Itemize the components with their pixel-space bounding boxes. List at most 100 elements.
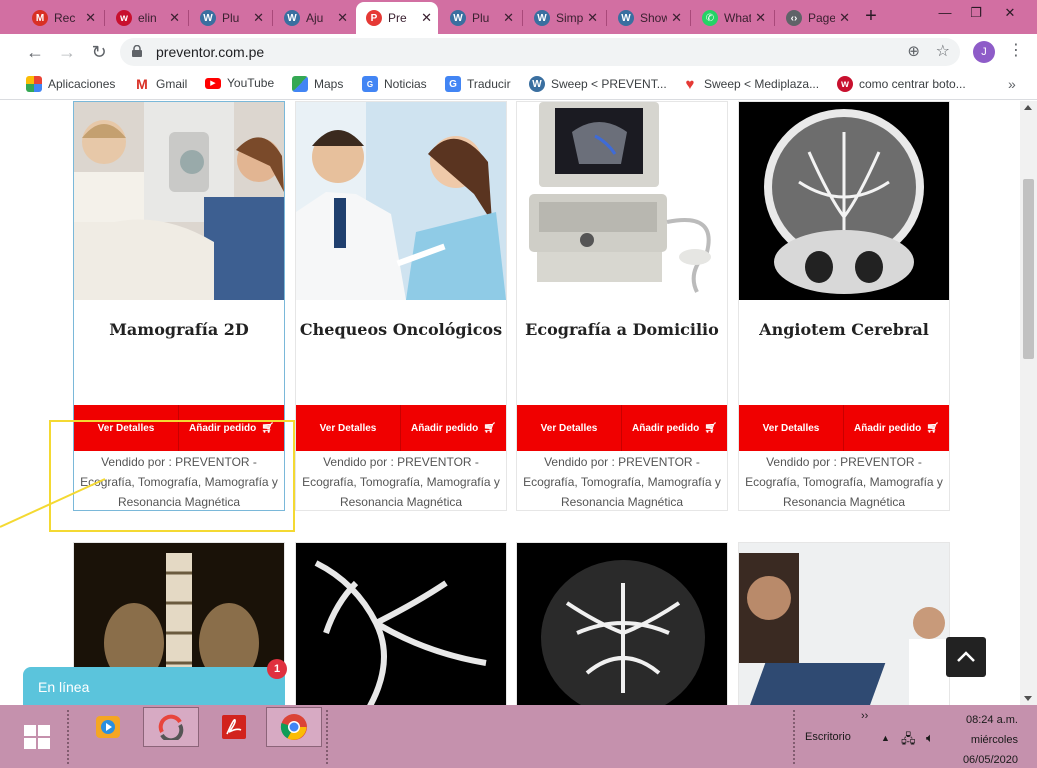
bookmark-noticias[interactable]: G Noticias: [362, 76, 427, 92]
close-icon[interactable]: ✕: [587, 10, 598, 26]
close-icon[interactable]: ✕: [421, 10, 432, 26]
tab-5-active[interactable]: P Pre ✕: [356, 2, 438, 34]
close-icon[interactable]: ✕: [337, 10, 348, 26]
chevron-right-icon[interactable]: ››: [861, 710, 868, 722]
product-image[interactable]: [517, 102, 727, 300]
bookmark-aplicaciones[interactable]: Aplicaciones: [26, 76, 115, 92]
product-card-chequeos: Chequeos Oncológicos Ver Detalles Añadir…: [295, 101, 507, 511]
ver-detalles-button[interactable]: Ver Detalles: [739, 405, 844, 451]
taskbar-sync-app[interactable]: [143, 707, 199, 747]
product-title[interactable]: Chequeos Oncológicos: [296, 320, 506, 339]
tab-9[interactable]: ✆ WhatsA ✕: [692, 4, 772, 32]
bookmark-label: Maps: [314, 77, 344, 91]
tab-8[interactable]: W Showca ✕: [608, 4, 688, 32]
tab-4[interactable]: W Aju ✕: [274, 4, 354, 32]
close-icon[interactable]: ✕: [671, 10, 682, 26]
bookmark-gmail[interactable]: M Gmail: [134, 76, 187, 92]
tab-separator: [522, 10, 523, 26]
network-icon[interactable]: 🖧︎: [901, 730, 916, 752]
product-card-row2-3[interactable]: [516, 542, 728, 705]
desktop-toolbar-label[interactable]: Escritorio: [805, 731, 851, 743]
chat-widget[interactable]: En línea: [23, 667, 285, 705]
back-button[interactable]: ←: [24, 41, 46, 63]
wordpress-icon: W: [618, 10, 634, 26]
forward-button[interactable]: →: [56, 41, 78, 63]
close-icon[interactable]: ✕: [503, 10, 514, 26]
taskbar-clock[interactable]: 08:24 a.m. miércoles 06/05/2020: [960, 710, 1018, 768]
ver-detalles-button[interactable]: Ver Detalles: [517, 405, 622, 451]
product-title[interactable]: Mamografía 2D: [74, 320, 284, 339]
add-page-icon[interactable]: ⊕: [907, 42, 920, 60]
vendor-text: Vendido por : PREVENTOR - Ecografía, Tom…: [523, 455, 721, 509]
anadir-pedido-label: Añadir pedido: [854, 422, 922, 434]
tab-2[interactable]: w elin ✕: [106, 4, 186, 32]
tab-label: PageSp: [808, 11, 836, 25]
tab-separator: [188, 10, 189, 26]
bookmark-traducir[interactable]: G Traducir: [445, 76, 511, 92]
bookmark-sweep-preventor[interactable]: W Sweep < PREVENT...: [529, 76, 667, 92]
close-icon[interactable]: ✕: [85, 10, 96, 26]
heart-icon: ♥: [682, 76, 698, 93]
taskbar-chrome[interactable]: [266, 707, 322, 747]
tab-6[interactable]: W Plu ✕: [440, 4, 520, 32]
close-icon[interactable]: ✕: [755, 10, 766, 26]
scroll-to-top-button[interactable]: [946, 637, 986, 677]
translate-icon: G: [445, 76, 461, 92]
product-title[interactable]: Ecografía a Domicilio: [517, 320, 727, 339]
bookmark-label: Traducir: [467, 77, 511, 91]
windows-start-icon[interactable]: [24, 725, 50, 749]
anadir-pedido-label: Añadir pedido: [632, 422, 700, 434]
product-image[interactable]: [739, 102, 949, 300]
bookmark-youtube[interactable]: ▶ YouTube: [205, 76, 274, 90]
bookmark-maps[interactable]: Maps: [292, 76, 343, 92]
browser-menu-icon[interactable]: ⋮: [1008, 40, 1024, 60]
product-card-row2-2[interactable]: [295, 542, 507, 705]
close-icon[interactable]: ✕: [839, 10, 850, 26]
tab-label: Pre: [388, 11, 407, 25]
address-bar[interactable]: preventor.com.pe ⊕ ☆: [120, 38, 960, 66]
tray-expand-icon[interactable]: ▲: [881, 733, 890, 743]
tab-label: Aju: [306, 11, 324, 25]
product-card-row2-4[interactable]: [738, 542, 950, 705]
reload-button[interactable]: ↻: [88, 41, 110, 63]
ver-detalles-button[interactable]: Ver Detalles: [296, 405, 401, 451]
anadir-pedido-button[interactable]: Añadir pedido 🛒︎: [844, 405, 949, 451]
tab-label: Showca: [640, 11, 668, 25]
tab-1[interactable]: M Rec ✕: [22, 4, 102, 32]
page-scrollbar[interactable]: [1020, 101, 1037, 705]
taskbar-acrobat[interactable]: [206, 707, 262, 747]
tab-10[interactable]: ‹› PageSp ✕: [776, 4, 856, 32]
close-icon[interactable]: ✕: [169, 10, 180, 26]
product-card-angiotem: Angiotem Cerebral Ver Detalles Añadir pe…: [738, 101, 950, 511]
anadir-pedido-button[interactable]: Añadir pedido 🛒︎: [622, 405, 727, 451]
scroll-thumb[interactable]: [1023, 179, 1034, 359]
anadir-pedido-button[interactable]: Añadir pedido 🛒︎: [401, 405, 506, 451]
product-title[interactable]: Angiotem Cerebral: [739, 320, 949, 339]
news-icon: G: [362, 76, 378, 92]
bookmark-label: como centrar boto...: [859, 77, 966, 91]
tab-7[interactable]: W Simple ✕: [524, 4, 604, 32]
bookmark-como-centrar[interactable]: w como centrar boto...: [837, 76, 966, 92]
restore-button[interactable]: ❐: [961, 2, 991, 24]
tab-3[interactable]: W Plu ✕: [190, 4, 270, 32]
taskbar-media-player[interactable]: [80, 707, 136, 747]
tab-label: elin: [138, 11, 157, 25]
browser-tab-bar: M Rec ✕ w elin ✕ W Plu ✕ W Aju ✕ P Pre ✕…: [0, 0, 1037, 34]
tab-separator: [606, 10, 607, 26]
volume-icon[interactable]: 🔈︎: [926, 730, 934, 746]
tab-separator: [104, 10, 105, 26]
scroll-up-arrow[interactable]: [1024, 105, 1032, 110]
product-image[interactable]: [74, 102, 284, 300]
bookmarks-overflow-icon[interactable]: »: [1008, 76, 1016, 92]
wordpress-icon: W: [450, 10, 466, 26]
close-icon[interactable]: ✕: [253, 10, 264, 26]
product-image[interactable]: [296, 102, 506, 300]
new-tab-button[interactable]: +: [860, 5, 882, 28]
scroll-down-arrow[interactable]: [1024, 696, 1032, 701]
bookmark-star-icon[interactable]: ☆: [936, 41, 950, 61]
bookmark-sweep-mediplaza[interactable]: ♥ Sweep < Mediplaza...: [682, 76, 819, 93]
minimize-button[interactable]: —: [930, 2, 960, 24]
profile-avatar[interactable]: J: [973, 41, 995, 63]
close-window-button[interactable]: ✕: [995, 2, 1025, 24]
gmail-icon: M: [134, 76, 150, 92]
